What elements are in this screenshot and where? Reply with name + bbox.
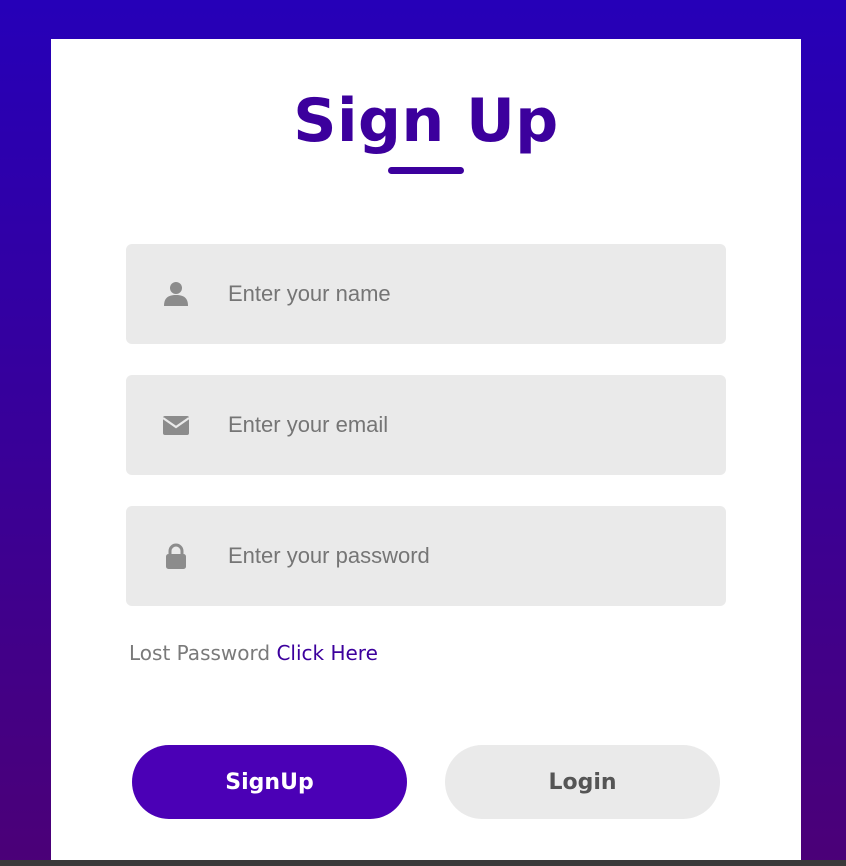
- envelope-icon: [162, 416, 190, 435]
- lost-password-label: Lost Password: [129, 641, 271, 665]
- title-underline: [388, 167, 464, 174]
- email-field-container: [126, 375, 726, 475]
- bottom-bar: [0, 860, 846, 866]
- signup-card: Sign Up Lost Password Click Here SignUp …: [51, 39, 801, 860]
- name-field-container: [126, 244, 726, 344]
- lost-password-text: Lost Password Click Here: [129, 641, 378, 665]
- email-input[interactable]: [228, 375, 698, 475]
- login-button[interactable]: Login: [445, 745, 720, 819]
- name-input[interactable]: [228, 244, 698, 344]
- lock-icon: [166, 543, 186, 569]
- user-icon: [164, 282, 188, 306]
- page-title: Sign Up: [293, 86, 559, 156]
- signup-button[interactable]: SignUp: [132, 745, 407, 819]
- click-here-link[interactable]: Click Here: [276, 641, 377, 665]
- password-field-container: [126, 506, 726, 606]
- password-input[interactable]: [228, 506, 698, 606]
